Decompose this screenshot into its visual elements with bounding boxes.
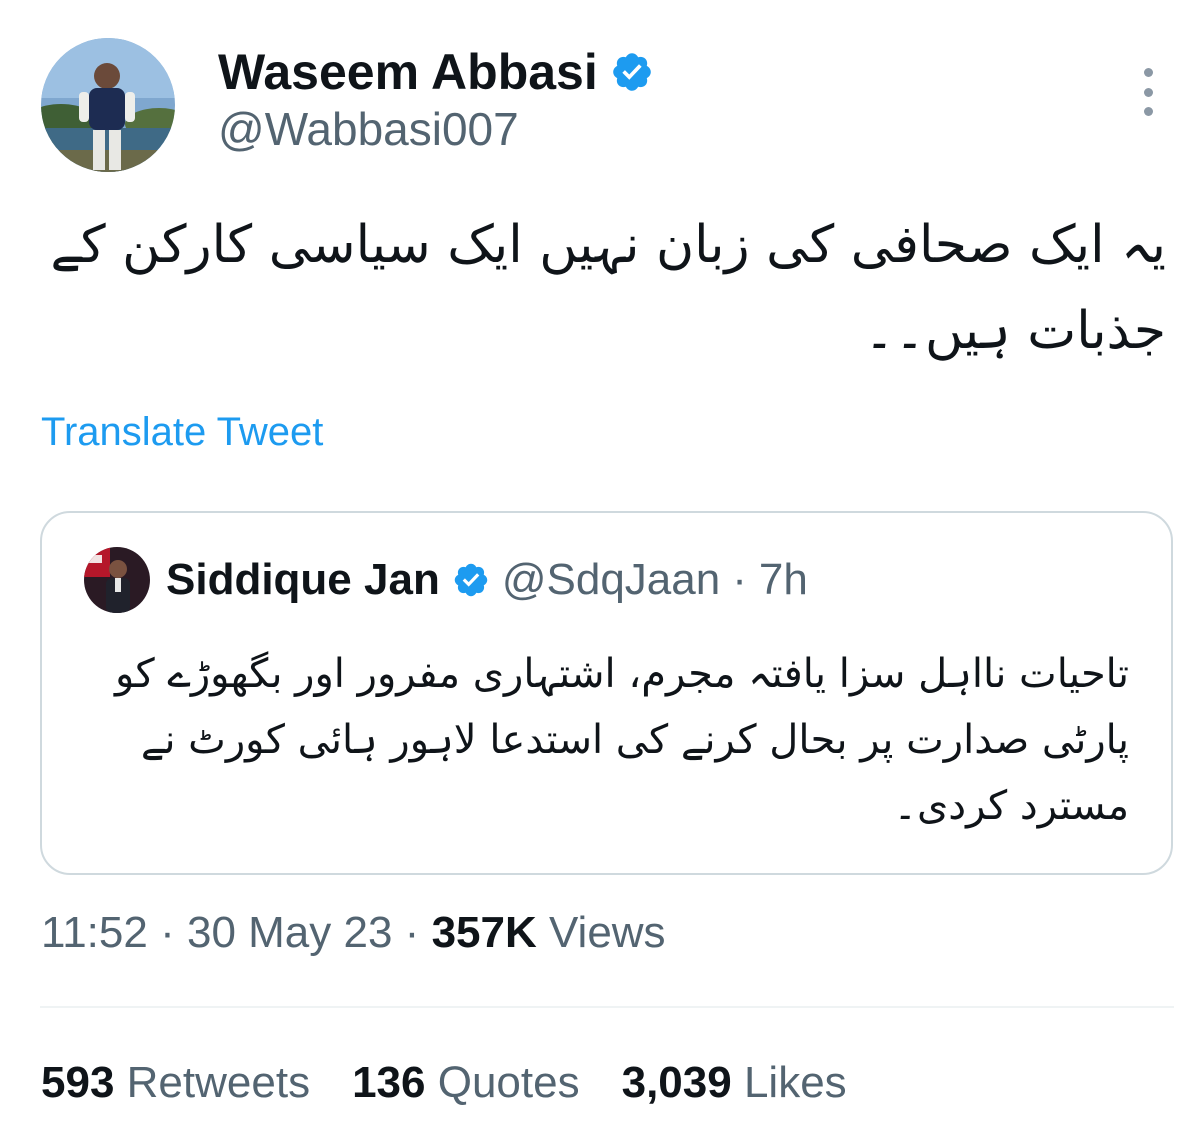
likes-stat[interactable]: 3,039 Likes — [622, 1058, 847, 1108]
retweets-count: 593 — [41, 1058, 115, 1107]
divider — [40, 1006, 1174, 1008]
retweets-label: Retweets — [126, 1058, 311, 1107]
author-handle[interactable]: @Wabbasi007 — [218, 102, 519, 156]
author-name[interactable]: Waseem Abbasi — [218, 43, 598, 101]
retweets-stat[interactable]: 593 Retweets — [41, 1058, 310, 1108]
quotes-stat[interactable]: 136 Quotes — [352, 1058, 580, 1108]
quoted-tweet-text: تاحیات نااہل سزا یافتہ مجرم، اشتہاری مفر… — [114, 651, 1129, 829]
verified-badge-icon — [452, 561, 490, 599]
tweet-date[interactable]: 30 May 23 — [187, 908, 392, 957]
likes-count: 3,039 — [621, 1058, 732, 1107]
quotes-count: 136 — [352, 1058, 426, 1107]
more-options-icon[interactable] — [1136, 68, 1160, 116]
quoted-separator: · — [732, 555, 747, 604]
quoted-tweet-card[interactable]: Siddique Jan @SdqJaan · 7h تاحیات نااہل … — [40, 511, 1173, 875]
author-name-row[interactable]: Waseem Abbasi — [218, 42, 654, 102]
engagement-stats: 593 Retweets 136 Quotes 3,039 Likes — [41, 1058, 847, 1108]
quoted-author-handle[interactable]: @SdqJaan — [502, 555, 720, 605]
more-dot — [1143, 87, 1153, 97]
likes-label: Likes — [743, 1058, 847, 1107]
translate-tweet-link[interactable]: Translate Tweet — [41, 410, 323, 455]
more-dot — [1143, 107, 1153, 116]
tweet-time[interactable]: 11:52 — [41, 908, 148, 957]
quoted-timestamp[interactable]: 7h — [759, 555, 808, 605]
quoted-header: Siddique Jan @SdqJaan · 7h — [166, 549, 808, 611]
meta-separator: · — [404, 908, 420, 957]
views-label: Views — [548, 908, 666, 957]
tweet-text: یہ ایک صحافی کی زبان نہیں ایک سیاسی کارک… — [50, 215, 1166, 361]
meta-separator: · — [160, 908, 175, 957]
quoted-author-avatar[interactable] — [84, 547, 150, 613]
verified-badge-icon — [610, 50, 654, 94]
quoted-avatar-image — [84, 547, 150, 613]
more-dot — [1143, 68, 1153, 77]
author-avatar[interactable] — [41, 38, 175, 172]
quotes-label: Quotes — [437, 1058, 580, 1107]
views-count: 357K — [431, 908, 537, 957]
tweet-meta: 11:52 · 30 May 23 · 357K Views — [41, 908, 666, 958]
author-avatar-image — [41, 38, 175, 172]
quoted-author-name[interactable]: Siddique Jan — [166, 555, 440, 605]
